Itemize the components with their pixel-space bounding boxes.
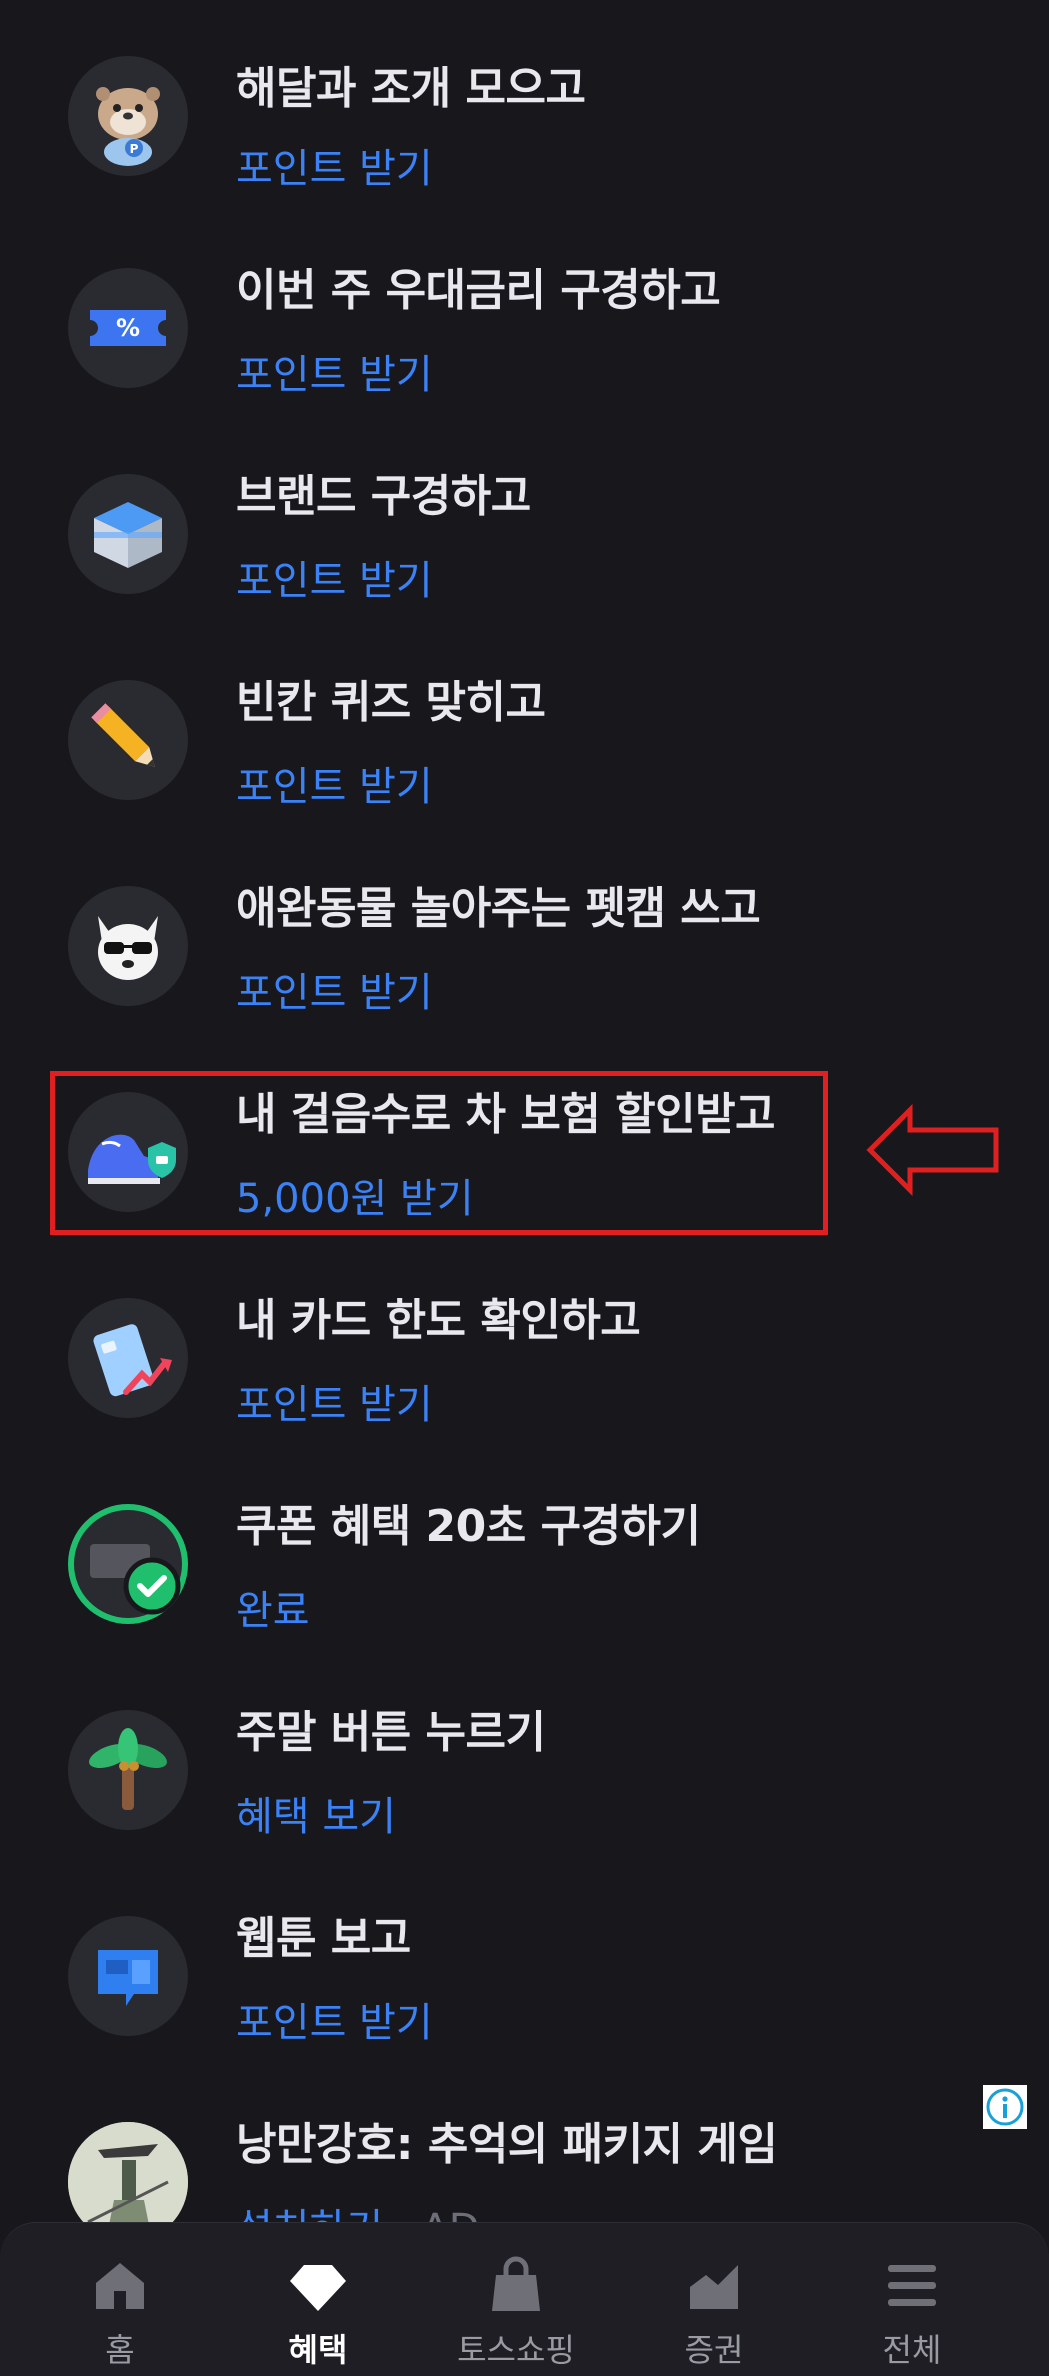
item-title: 이번 주 우대금리 구경하고 [236, 265, 721, 316]
svg-text:%: % [116, 314, 140, 342]
dog-sunglasses-icon [68, 886, 188, 1006]
menu-icon [888, 2265, 936, 2306]
benefit-item-card-limit[interactable]: 내 카드 한도 확인하고 포인트 받기 [0, 1256, 1049, 1456]
tab-label: 토스쇼핑 [457, 2331, 575, 2369]
home-icon [96, 2263, 144, 2309]
item-title: 웹툰 보고 [236, 1913, 411, 1964]
item-action[interactable]: 포인트 받기 [236, 960, 433, 1018]
item-title: 브랜드 구경하고 [236, 471, 531, 522]
bottom-navigation: 홈 혜택 토스쇼핑 증권 전체 [0, 2222, 1049, 2376]
tab-label: 증권 [684, 2331, 744, 2369]
item-title: 주말 버튼 누르기 [236, 1707, 546, 1758]
item-action[interactable]: 포인트 받기 [236, 548, 433, 606]
benefit-item-brand[interactable]: 브랜드 구경하고 포인트 받기 [0, 432, 1049, 632]
item-title: 애완동물 놀아주는 펫캠 쓰고 [236, 883, 761, 934]
benefit-item-quiz[interactable]: 빈칸 퀴즈 맞히고 포인트 받기 [0, 638, 1049, 838]
palm-tree-icon [68, 1710, 188, 1830]
benefit-item-weekend[interactable]: 주말 버튼 누르기 혜택 보기 [0, 1668, 1049, 1868]
shopping-bag-icon [492, 2256, 540, 2311]
tab-label: 홈 [105, 2331, 135, 2369]
otter-icon: P [68, 56, 188, 176]
tab-home[interactable]: 홈 [50, 2223, 190, 2376]
item-title: 쿠폰 혜택 20초 구경하기 [236, 1501, 701, 1552]
tab-label: 전체 [882, 2331, 942, 2369]
tab-stocks[interactable]: 증권 [644, 2223, 784, 2376]
tab-shopping[interactable]: 토스쇼핑 [446, 2223, 586, 2376]
benefit-item-petcam[interactable]: 애완동물 놀아주는 펫캠 쓰고 포인트 받기 [0, 844, 1049, 1044]
benefit-item-interest-rate[interactable]: % 이번 주 우대금리 구경하고 포인트 받기 [0, 226, 1049, 426]
tab-label: 혜택 [288, 2331, 348, 2369]
item-action[interactable]: 포인트 받기 [236, 1372, 433, 1430]
tab-benefits[interactable]: 혜택 [248, 2223, 388, 2376]
item-action[interactable]: 포인트 받기 [236, 754, 433, 812]
item-action[interactable]: 포인트 받기 [236, 136, 433, 194]
benefit-item-coupon[interactable]: 쿠폰 혜택 20초 구경하기 완료 [0, 1462, 1049, 1662]
item-title: 내 카드 한도 확인하고 [236, 1295, 641, 1346]
highlight-box [50, 1071, 828, 1235]
box-icon [68, 474, 188, 594]
item-action[interactable]: 완료 [236, 1578, 310, 1636]
tab-all[interactable]: 전체 [842, 2223, 982, 2376]
benefit-item-otter[interactable]: P 해달과 조개 모으고 포인트 받기 [0, 20, 1049, 220]
item-title: 빈칸 퀴즈 맞히고 [236, 677, 546, 728]
card-up-icon [68, 1298, 188, 1418]
diamond-icon [290, 2265, 346, 2311]
item-action[interactable]: 혜택 보기 [236, 1784, 396, 1842]
item-action[interactable]: 포인트 받기 [236, 1990, 433, 2048]
coupon-check-icon [68, 1504, 188, 1624]
item-title: 낭만강호: 추억의 패키지 게임 [236, 2119, 778, 2170]
item-action[interactable]: 포인트 받기 [236, 342, 433, 400]
ticket-percent-icon: % [68, 268, 188, 388]
svg-text:P: P [130, 142, 139, 156]
benefit-item-webtoon[interactable]: 웹툰 보고 포인트 받기 [0, 1874, 1049, 2074]
item-title: 해달과 조개 모으고 [236, 63, 586, 114]
ad-info-icon[interactable] [983, 2085, 1027, 2129]
chart-icon [690, 2265, 738, 2309]
left-arrow-icon [866, 1104, 999, 1196]
pencil-icon [68, 680, 188, 800]
webtoon-icon [68, 1916, 188, 2036]
